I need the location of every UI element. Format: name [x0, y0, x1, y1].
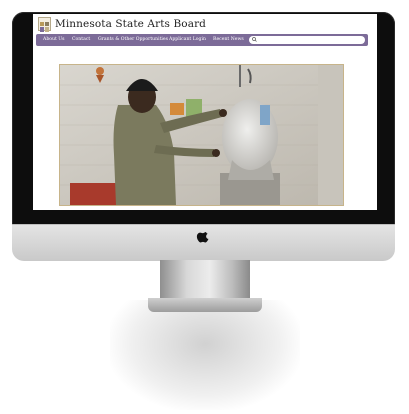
site-header: Minnesota State Arts Board [33, 14, 377, 32]
nav-item-applicant-login[interactable]: Applicant Login [169, 37, 206, 42]
site-title[interactable]: Minnesota State Arts Board [55, 18, 206, 30]
monitor-shadow [110, 300, 300, 410]
monitor-screen: Minnesota State Arts Board About Us Cont… [33, 14, 377, 210]
monitor-stand-base [148, 298, 262, 312]
main-nav: About Us Contact Grants & Other Opportun… [36, 34, 368, 46]
msab-logo-icon[interactable] [38, 17, 51, 32]
search-input[interactable] [259, 37, 359, 43]
nav-item-recent-news[interactable]: Recent News [213, 37, 244, 42]
hero-image[interactable] [59, 64, 344, 206]
search-icon[interactable] [252, 37, 257, 42]
nav-item-contact[interactable]: Contact [72, 37, 90, 42]
artist-sculpting-clay-head-photo [60, 65, 343, 205]
apple-icon [196, 232, 209, 243]
monitor-stand [160, 260, 250, 300]
nav-item-about-us[interactable]: About Us [43, 37, 65, 42]
search-box [249, 36, 365, 44]
nav-item-grants[interactable]: Grants & Other Opportunities [98, 37, 168, 42]
